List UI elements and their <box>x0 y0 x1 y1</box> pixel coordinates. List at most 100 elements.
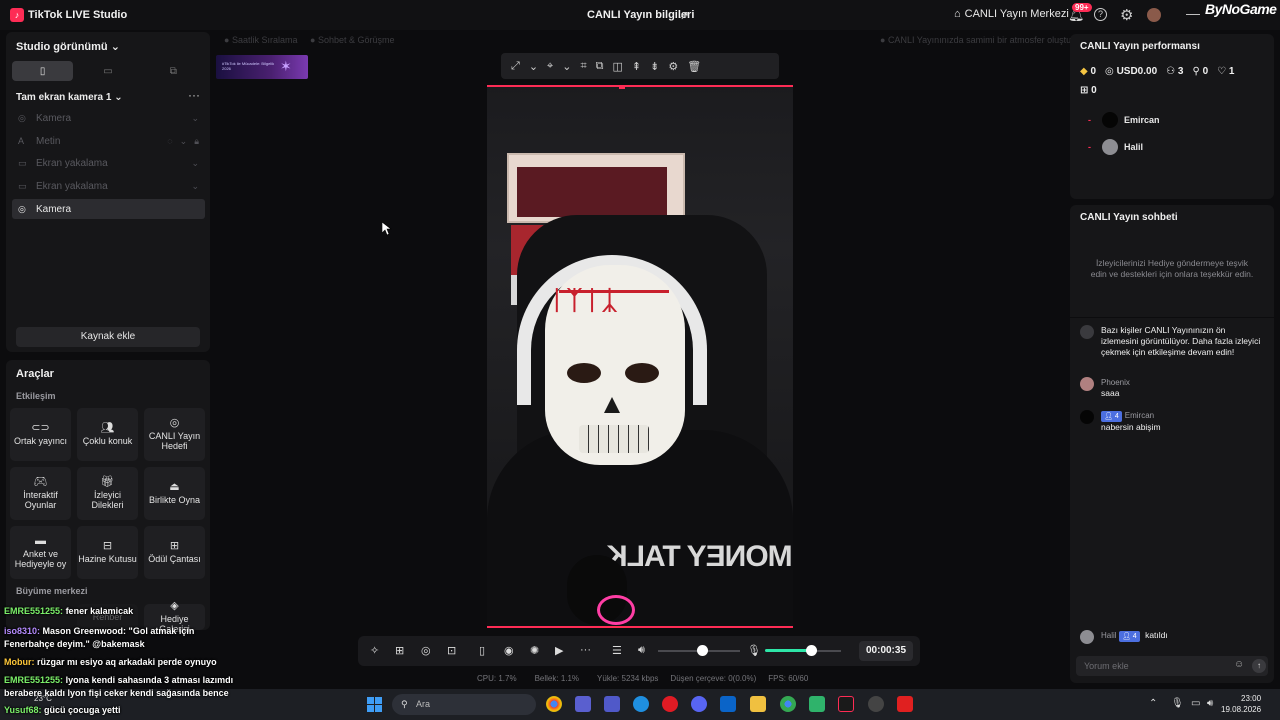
performance-stats-row: ◆ 0 ◎ USD0.00 ⚇ 3 ⚲ 0 ♡ 1 <box>1080 66 1234 77</box>
tool-viewer-wishes[interactable]: 🎁︎ İzleyici Dilekleri <box>77 467 138 520</box>
trash-icon[interactable]: 🗑︎ <box>687 60 701 73</box>
chevron-down-icon[interactable]: ⌄ <box>562 60 571 73</box>
share-icon[interactable]: ⇗ <box>679 8 689 22</box>
camera-switch-icon[interactable]: ◎ <box>421 644 431 657</box>
chrome-profile-icon[interactable] <box>780 696 796 712</box>
tiktok-studio-taskbar-icon[interactable] <box>838 696 854 712</box>
chevron-down-icon[interactable]: ⌄ <box>191 113 199 124</box>
fit-screen-icon[interactable]: ⤢ <box>511 60 520 73</box>
equalizer-icon[interactable]: ☰ <box>612 644 622 657</box>
shirt-print: MONEY TALK <box>607 540 793 573</box>
copy-icon[interactable]: ⧉ <box>596 60 604 73</box>
mic-volume-knob[interactable] <box>806 645 817 656</box>
comment-input[interactable] <box>1084 659 1224 673</box>
chat-message[interactable]: Phoenix saaa <box>1080 377 1130 399</box>
rotate-icon[interactable]: ◌ <box>167 136 172 147</box>
camera-preview[interactable]: MONEY TALK ᛁᛉᛁᛣ <box>487 85 793 628</box>
speaker-icon[interactable]: 🔊︎ <box>638 644 645 657</box>
edge-icon[interactable] <box>633 696 649 712</box>
overlay-chat-line: EMRE551255: lyona kendi sahasında 3 atma… <box>4 675 233 685</box>
more-options-icon[interactable]: ··· <box>188 88 200 102</box>
video-icon[interactable]: ▶ <box>555 644 563 657</box>
profile-avatar[interactable] <box>1147 8 1161 22</box>
add-layer-icon[interactable]: ⊞ <box>395 644 404 657</box>
emoji-icon[interactable]: ☺ <box>1234 659 1244 670</box>
mouse-cursor-icon <box>382 222 392 236</box>
top-viewer-row[interactable]: - Emircan <box>1088 112 1160 128</box>
tool-play-together[interactable]: ⏏ Birlikte Oyna <box>144 467 205 520</box>
chevron-down-icon[interactable]: ⌄ <box>191 158 199 169</box>
app-icon[interactable] <box>868 696 884 712</box>
volume-icon[interactable]: 🔊︎ <box>1207 698 1213 709</box>
studio-view-dropdown[interactable]: Studio görünümü ⌄ <box>16 40 120 53</box>
chevron-up-icon[interactable]: ⌃ <box>1149 698 1157 709</box>
landscape-view-tab[interactable]: ▭ <box>77 61 138 81</box>
more-icon[interactable]: ··· <box>580 644 591 656</box>
cpu-stat: CPU: 1.7% <box>477 674 517 683</box>
copilot-icon[interactable] <box>575 696 591 712</box>
teams-icon[interactable] <box>604 696 620 712</box>
search-icon: ⚲ <box>401 699 408 709</box>
settings-icon[interactable]: ⚙ <box>668 60 678 73</box>
record-icon[interactable]: ◉ <box>504 644 514 657</box>
tool-label: Anket ve Hediyeyle oy <box>14 549 67 569</box>
tool-poll[interactable]: ▬ Anket ve Hediyeyle oy <box>10 526 71 579</box>
tool-live-goal[interactable]: ◎ CANLI Yayın Hedefi <box>144 408 205 461</box>
flip-icon[interactable]: ◫ <box>613 60 623 73</box>
tool-interactive-games[interactable]: 🎮︎ İnteraktif Oyunlar <box>10 467 71 520</box>
source-item-text[interactable]: A Metin ◌ ⌄ 🔒︎ <box>12 131 205 151</box>
chevron-down-icon[interactable]: ⌄ <box>529 60 538 73</box>
source-item-camera[interactable]: ◎ Kamera ⌄ <box>12 108 205 128</box>
settings-gear-icon[interactable]: ⚙ <box>1120 6 1133 24</box>
youtube-icon[interactable] <box>897 696 913 712</box>
add-source-button[interactable]: Kaynak ekle <box>16 327 200 347</box>
help-icon[interactable]: ? <box>1094 8 1107 21</box>
tool-co-host[interactable]: ⊂⊃ Ortak yayıncı <box>10 408 71 461</box>
phone-icon[interactable]: ▯ <box>479 644 485 657</box>
dual-view-tab[interactable]: ⧉ <box>143 61 204 81</box>
comment-box: ☺ ↑ <box>1076 656 1268 676</box>
selection-handle[interactable] <box>619 85 625 89</box>
clock[interactable]: 23:00 19.08.2026 <box>1221 693 1261 715</box>
discord-icon[interactable] <box>691 696 707 712</box>
microphone-icon[interactable]: 🎙︎ <box>747 644 761 657</box>
hourly-ranking-tab[interactable]: ● Saatlik Sıralama <box>224 35 297 45</box>
tool-label: CANLI Yayın Hedefi <box>148 431 201 451</box>
tool-reward-bag[interactable]: ⊞ Ödül Çantası <box>144 526 205 579</box>
layer-down-icon[interactable]: ⇟ <box>650 60 659 73</box>
magic-wand-icon[interactable]: ✧ <box>370 644 379 657</box>
top-viewer-row[interactable]: - Halil <box>1088 139 1143 155</box>
file-explorer-icon[interactable] <box>750 696 766 712</box>
chat-tab[interactable]: ● Sohbet & Görüşme <box>310 35 394 45</box>
chrome-icon[interactable] <box>546 696 562 712</box>
source-item-camera-active[interactable]: ◎ Kamera <box>12 199 205 219</box>
scene-dropdown[interactable]: Tam ekran kamera 1 ⌄ <box>16 92 123 103</box>
portrait-view-tab[interactable]: ▯ <box>12 61 74 81</box>
game-app-icon[interactable] <box>809 696 825 712</box>
capture-icon[interactable]: ⊡ <box>447 644 456 657</box>
source-item-screen-capture[interactable]: ▭ Ekran yakalama ⌄ <box>12 153 205 173</box>
tool-multi-guest[interactable]: 👥︎ Çoklu konuk <box>77 408 138 461</box>
mask-eye-right <box>625 363 659 383</box>
lock-icon[interactable]: 🔒︎ <box>194 136 199 147</box>
tool-treasure-box[interactable]: ⊟ Hazine Kutusu <box>77 526 138 579</box>
tool-label: İnteraktif Oyunlar <box>23 490 58 510</box>
source-item-screen-capture-2[interactable]: ▭ Ekran yakalama ⌄ <box>12 176 205 196</box>
opera-icon[interactable] <box>662 696 678 712</box>
display-icon[interactable]: ▭ <box>1191 698 1200 709</box>
microphone-tray-icon[interactable]: 🎙︎ <box>1171 698 1184 709</box>
chat-message[interactable]: 👤︎ 4 Emircan nabersin abişim <box>1080 410 1161 433</box>
send-button[interactable]: ↑ <box>1252 659 1266 673</box>
effects-icon[interactable]: ✺ <box>530 644 539 657</box>
mail-icon[interactable] <box>720 696 736 712</box>
crop-icon[interactable]: ⌗ <box>580 60 586 73</box>
chevron-down-icon[interactable]: ⌄ <box>191 181 199 192</box>
windows-start-icon[interactable] <box>367 697 382 712</box>
chevron-down-icon[interactable]: ⌄ <box>180 136 188 147</box>
live-center-button[interactable]: ⌂ CANLI Yayın Merkezi <box>954 8 1069 20</box>
minimize-button[interactable]: — <box>1186 5 1200 21</box>
layer-up-icon[interactable]: ⇞ <box>632 60 641 73</box>
center-icon[interactable]: ⌖ <box>547 60 553 73</box>
speaker-volume-knob[interactable] <box>697 645 708 656</box>
taskbar-search[interactable]: Ara <box>392 694 536 715</box>
